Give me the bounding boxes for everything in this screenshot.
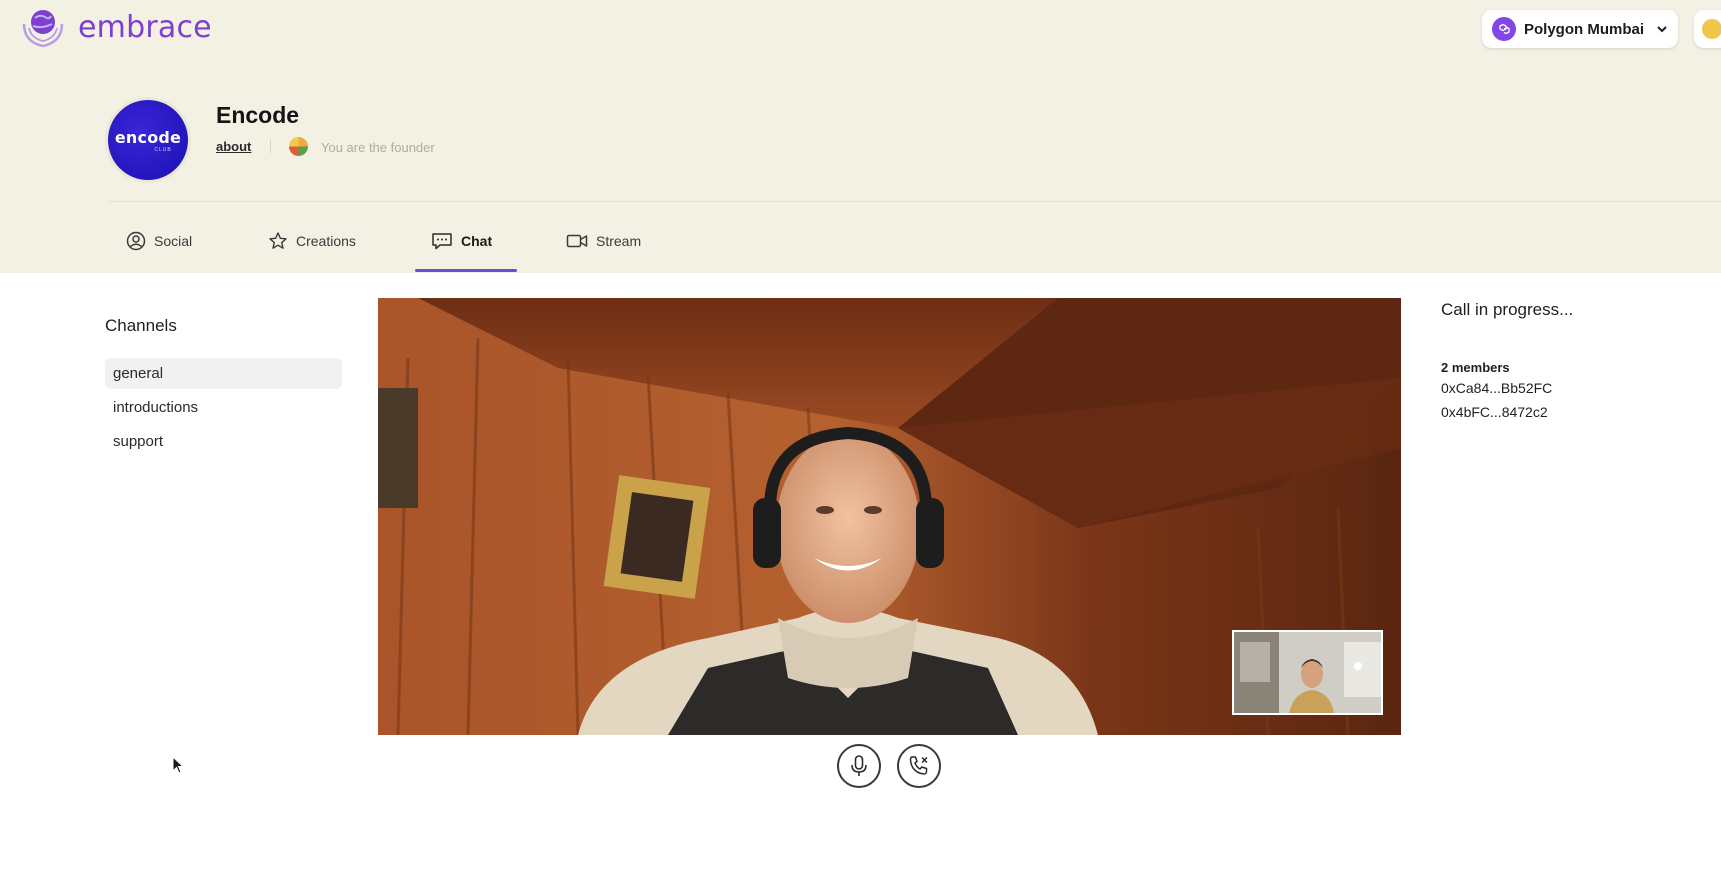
community-avatar: encode CLUB	[108, 100, 188, 180]
chevron-down-icon	[1657, 26, 1667, 33]
video-camera-icon	[566, 234, 588, 247]
phone-x-icon	[909, 756, 928, 775]
tab-chat[interactable]: Chat	[431, 228, 492, 253]
globe-hands-icon	[22, 10, 64, 48]
user-circle-icon	[126, 231, 146, 250]
microphone-icon	[851, 755, 867, 776]
chat-bubble-icon	[432, 232, 452, 249]
mouse-cursor-icon	[172, 756, 184, 774]
channel-general[interactable]: general	[105, 358, 342, 389]
call-status: Call in progress...	[1441, 300, 1574, 319]
network-selector[interactable]: Polygon Mumbai	[1482, 10, 1678, 48]
community-header	[0, 60, 1721, 273]
about-link[interactable]: about	[216, 139, 251, 154]
role-text: You are the founder	[321, 140, 435, 155]
avatar-text: encode	[114, 127, 182, 147]
app-name: embrace	[78, 9, 212, 45]
top-bar: embrace Polygon Mumbai	[0, 0, 1721, 60]
account-avatar-icon	[1702, 19, 1721, 39]
tab-creations[interactable]: Creations	[268, 228, 356, 253]
star-icon	[269, 231, 287, 249]
network-label: Polygon Mumbai	[1524, 20, 1644, 38]
divider	[108, 201, 1721, 202]
community-name: Encode	[216, 102, 300, 128]
avatar-subtext: CLUB	[154, 146, 172, 153]
mute-button[interactable]	[837, 744, 881, 788]
channel-label: support	[113, 433, 164, 450]
channel-support[interactable]: support	[105, 426, 342, 457]
app-logo[interactable]: embrace	[18, 2, 212, 52]
active-tab-indicator	[415, 269, 517, 272]
member-address: 0xCa84...Bb52FC	[1441, 380, 1553, 396]
tab-label: Chat	[461, 232, 493, 249]
divider	[270, 140, 271, 153]
tab-label: Creations	[296, 232, 356, 249]
tab-stream[interactable]: Stream	[566, 228, 641, 253]
hang-up-button[interactable]	[897, 744, 941, 788]
self-view-frame	[1234, 632, 1381, 713]
local-video[interactable]	[1232, 630, 1383, 715]
founder-badge-icon	[289, 137, 308, 156]
channels-heading: Channels	[105, 316, 177, 335]
tab-label: Social	[154, 232, 193, 249]
tab-social[interactable]: Social	[126, 228, 192, 253]
polygon-icon	[1492, 17, 1516, 41]
member-address: 0x4bFC...8472c2	[1441, 404, 1548, 420]
channel-introductions[interactable]: introductions	[105, 392, 342, 423]
account-button[interactable]	[1694, 10, 1721, 48]
tab-label: Stream	[596, 232, 642, 249]
channel-label: general	[113, 365, 164, 382]
channel-label: introductions	[113, 399, 199, 416]
members-count: 2 members	[1441, 360, 1510, 375]
